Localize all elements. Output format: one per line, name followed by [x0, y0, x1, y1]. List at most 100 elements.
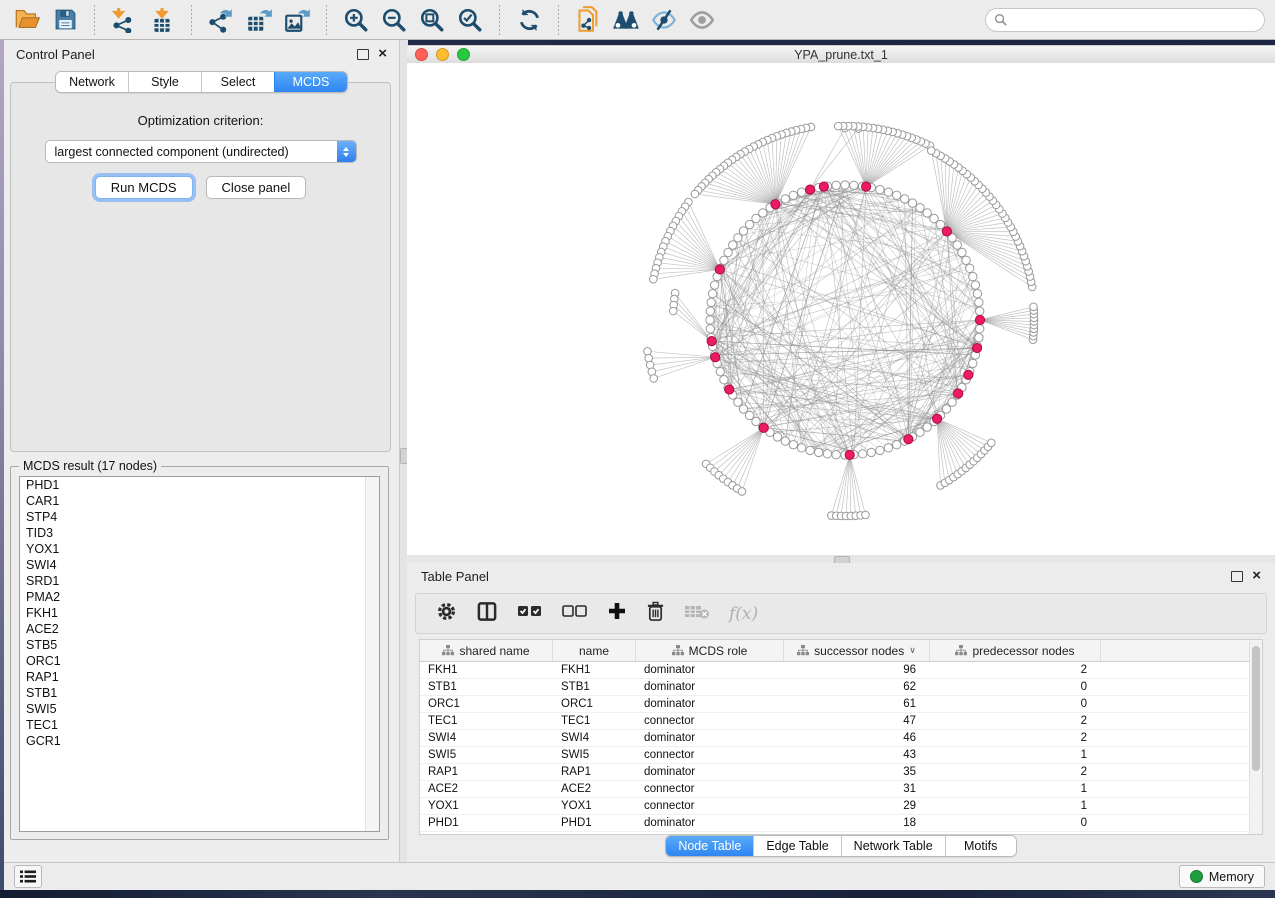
zoom-out-button[interactable] — [377, 4, 411, 36]
table-cell[interactable]: ORC1 — [553, 698, 636, 710]
save-session-button[interactable] — [48, 4, 82, 36]
table-cell[interactable]: dominator — [636, 664, 784, 676]
table-cell[interactable]: connector — [636, 749, 784, 761]
table-cell[interactable]: 2 — [930, 715, 1101, 727]
task-history-button[interactable] — [14, 865, 42, 888]
table-cell[interactable]: dominator — [636, 698, 784, 710]
zoom-in-button[interactable] — [339, 4, 373, 36]
table-cell[interactable]: dominator — [636, 681, 784, 693]
table-cell[interactable]: 35 — [784, 766, 930, 778]
column-header-successor-nodes[interactable]: successor nodes∨ — [784, 640, 930, 661]
criterion-dropdown[interactable]: largest connected component (undirected) — [45, 140, 357, 163]
float-panel-icon[interactable] — [357, 49, 369, 60]
list-item[interactable]: RAP1 — [20, 669, 379, 685]
table-cell[interactable]: SWI4 — [420, 732, 553, 744]
show-columns-icon[interactable] — [476, 601, 498, 627]
column-header-predecessor-nodes[interactable]: predecessor nodes — [930, 640, 1101, 661]
table-cell[interactable]: SWI4 — [553, 732, 636, 744]
list-item[interactable]: PMA2 — [20, 589, 379, 605]
tab-network-table[interactable]: Network Table — [841, 836, 945, 856]
refresh-button[interactable] — [512, 4, 546, 36]
table-cell[interactable]: ACE2 — [420, 783, 553, 795]
mcds-result-list[interactable]: PHD1CAR1STP4TID3YOX1SWI4SRD1PMA2FKH1ACE2… — [19, 476, 380, 832]
list-item[interactable]: ORC1 — [20, 653, 379, 669]
table-cell[interactable]: 18 — [784, 817, 930, 829]
table-cell[interactable]: YOX1 — [420, 800, 553, 812]
list-item[interactable]: TID3 — [20, 525, 379, 541]
table-cell[interactable]: TEC1 — [420, 715, 553, 727]
table-row[interactable]: ACE2ACE2connector311 — [420, 781, 1250, 798]
table-cell[interactable]: SWI5 — [553, 749, 636, 761]
list-item[interactable]: CAR1 — [20, 493, 379, 509]
tab-select[interactable]: Select — [201, 72, 274, 92]
column-header-name[interactable]: name — [553, 640, 636, 661]
table-cell[interactable]: ORC1 — [420, 698, 553, 710]
close-window-icon[interactable] — [415, 48, 428, 61]
search-field[interactable] — [985, 8, 1265, 32]
table-cell[interactable]: 96 — [784, 664, 930, 676]
table-row[interactable]: SWI5SWI5connector431 — [420, 747, 1250, 764]
table-cell[interactable]: 47 — [784, 715, 930, 727]
tab-mcds[interactable]: MCDS — [274, 72, 347, 92]
table-cell[interactable]: dominator — [636, 732, 784, 744]
list-item[interactable]: TEC1 — [20, 717, 379, 733]
table-row[interactable]: STB1STB1dominator620 — [420, 679, 1250, 696]
zoom-fit-button[interactable] — [415, 4, 449, 36]
clone-network-button[interactable] — [571, 4, 605, 36]
table-cell[interactable]: ACE2 — [553, 783, 636, 795]
hide-selected-button[interactable] — [647, 4, 681, 36]
search-input[interactable] — [1012, 12, 1256, 28]
table-cell[interactable]: SWI5 — [420, 749, 553, 761]
export-table-button[interactable] — [242, 4, 276, 36]
table-cell[interactable]: 0 — [930, 698, 1101, 710]
delete-column-trash-icon[interactable] — [646, 601, 665, 627]
network-graph[interactable] — [407, 63, 1275, 555]
tab-motifs[interactable]: Motifs — [945, 836, 1016, 856]
list-item[interactable]: STP4 — [20, 509, 379, 525]
table-cell[interactable]: STB1 — [420, 681, 553, 693]
table-cell[interactable]: 1 — [930, 800, 1101, 812]
zoom-selected-button[interactable] — [453, 4, 487, 36]
float-panel-icon[interactable] — [1231, 571, 1243, 582]
close-panel-icon[interactable]: × — [1252, 571, 1261, 581]
table-cell[interactable]: RAP1 — [553, 766, 636, 778]
table-cell[interactable]: 2 — [930, 732, 1101, 744]
list-item[interactable]: YOX1 — [20, 541, 379, 557]
first-neighbors-button[interactable] — [609, 4, 643, 36]
table-cell[interactable]: YOX1 — [553, 800, 636, 812]
table-cell[interactable]: STB1 — [553, 681, 636, 693]
table-row[interactable]: YOX1YOX1connector291 — [420, 798, 1250, 815]
select-all-columns-icon[interactable] — [517, 602, 543, 625]
table-cell[interactable]: 2 — [930, 664, 1101, 676]
list-item[interactable]: STB5 — [20, 637, 379, 653]
tab-style[interactable]: Style — [128, 72, 201, 92]
table-cell[interactable]: 1 — [930, 783, 1101, 795]
table-cell[interactable]: PHD1 — [553, 817, 636, 829]
list-item[interactable]: GCR1 — [20, 733, 379, 749]
maximize-window-icon[interactable] — [457, 48, 470, 61]
table-cell[interactable]: connector — [636, 783, 784, 795]
import-network-button[interactable] — [107, 4, 141, 36]
list-item[interactable]: FKH1 — [20, 605, 379, 621]
table-cell[interactable]: 2 — [930, 766, 1101, 778]
table-cell[interactable]: dominator — [636, 817, 784, 829]
table-vertical-scrollbar[interactable] — [1249, 640, 1262, 834]
tab-node-table[interactable]: Node Table — [666, 836, 753, 856]
table-cell[interactable]: RAP1 — [420, 766, 553, 778]
table-row[interactable]: TEC1TEC1connector472 — [420, 713, 1250, 730]
table-cell[interactable]: PHD1 — [420, 817, 553, 829]
table-cell[interactable]: 46 — [784, 732, 930, 744]
unselect-all-columns-icon[interactable] — [562, 602, 588, 625]
table-cell[interactable]: dominator — [636, 766, 784, 778]
list-item[interactable]: STB1 — [20, 685, 379, 701]
table-cell[interactable]: 62 — [784, 681, 930, 693]
export-image-button[interactable] — [280, 4, 314, 36]
column-header-MCDS-role[interactable]: MCDS role — [636, 640, 784, 661]
table-row[interactable]: SWI4SWI4dominator462 — [420, 730, 1250, 747]
import-table-button[interactable] — [145, 4, 179, 36]
mcds-list-scrollbar[interactable] — [365, 477, 379, 831]
export-network-button[interactable] — [204, 4, 238, 36]
table-row[interactable]: FKH1FKH1dominator962 — [420, 662, 1250, 679]
network-window-titlebar[interactable]: YPA_prune.txt_1 — [407, 45, 1275, 65]
minimize-window-icon[interactable] — [436, 48, 449, 61]
